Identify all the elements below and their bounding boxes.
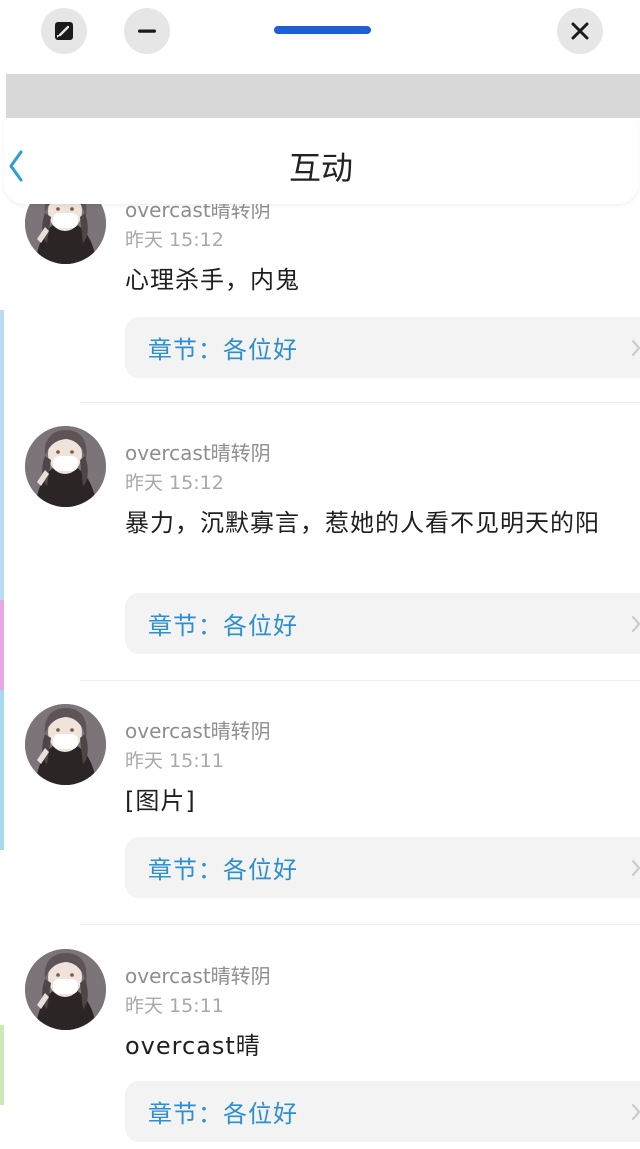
- close-button[interactable]: [557, 8, 603, 54]
- close-icon: [571, 22, 589, 40]
- chevron-right-icon: [632, 860, 640, 876]
- chapter-link[interactable]: 章节：各位好: [125, 317, 640, 378]
- chevron-right-icon: [632, 1104, 640, 1120]
- comment-text: 心理杀手，内鬼: [125, 266, 300, 294]
- timestamp: 昨天 15:11: [125, 750, 224, 772]
- divider: [80, 924, 640, 925]
- timestamp: 昨天 15:11: [125, 995, 224, 1017]
- chapter-link[interactable]: 章节：各位好: [125, 837, 640, 898]
- chapter-label: 章节：各位好: [148, 336, 298, 364]
- chevron-right-icon: [632, 616, 640, 632]
- chapter-link[interactable]: 章节：各位好: [125, 593, 640, 654]
- comment-text: 暴力，沉默寡言，惹她的人看不见明天的阳: [125, 509, 600, 537]
- interaction-feed[interactable]: overcast晴转阴 昨天 15:12 心理杀手，内鬼 章节：各位好 over…: [0, 160, 640, 1149]
- page-title: 互动: [288, 149, 353, 187]
- status-placeholder-band: [6, 74, 640, 118]
- chapter-label: 章节：各位好: [148, 612, 298, 640]
- window-drag-handle[interactable]: [274, 26, 371, 34]
- timestamp: 昨天 15:12: [125, 229, 224, 251]
- username: overcast晴转阴: [125, 719, 271, 743]
- resize-button[interactable]: [41, 8, 87, 54]
- avatar[interactable]: [25, 426, 106, 507]
- chapter-label: 章节：各位好: [148, 856, 298, 884]
- minus-icon: [138, 29, 156, 33]
- minimize-button[interactable]: [124, 8, 170, 54]
- username: overcast晴转阴: [125, 441, 271, 465]
- chapter-link[interactable]: 章节：各位好: [125, 1081, 640, 1142]
- app-window: 互动 overcast晴转阴 昨天 15:12 心理杀手，内鬼 章节：各位好 o…: [0, 0, 640, 1149]
- window-control-bar: [0, 0, 640, 64]
- resize-icon: [55, 22, 73, 40]
- username: overcast晴转阴: [125, 964, 271, 988]
- timestamp: 昨天 15:12: [125, 472, 224, 494]
- divider: [80, 402, 640, 403]
- divider: [80, 680, 640, 681]
- avatar[interactable]: [25, 704, 106, 785]
- chapter-label: 章节：各位好: [148, 1100, 298, 1128]
- chevron-right-icon: [632, 340, 640, 356]
- comment-text: [图片]: [125, 787, 196, 815]
- nav-header: 互动: [4, 118, 638, 204]
- comment-text: overcast晴: [125, 1032, 261, 1060]
- avatar[interactable]: [25, 949, 106, 1030]
